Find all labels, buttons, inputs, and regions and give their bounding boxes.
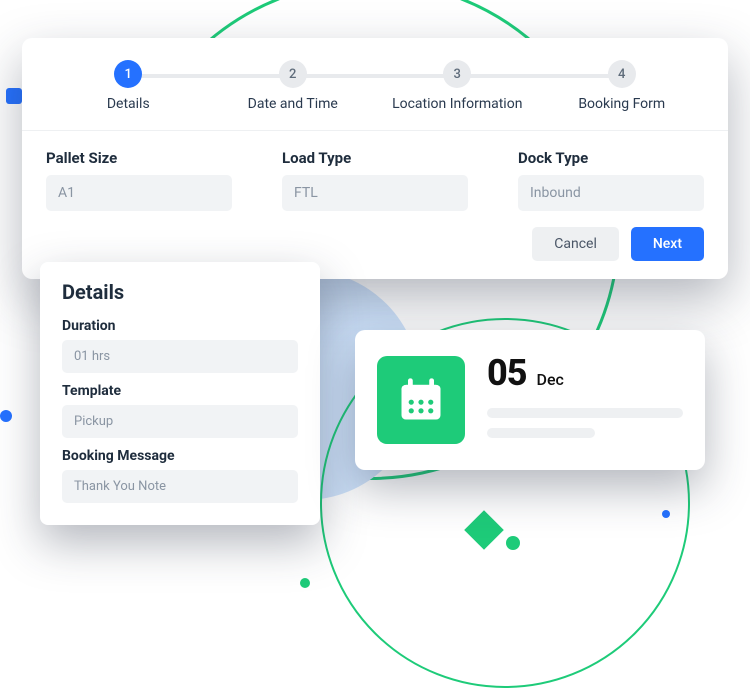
field-label: Duration [62,318,298,334]
details-title: Details [62,280,298,304]
step-number: 3 [443,60,471,88]
cancel-button[interactable]: Cancel [532,227,619,261]
decorative-dot [6,88,22,104]
step-number: 1 [114,60,142,88]
wizard-actions: Cancel Next [46,227,704,261]
pallet-size-input[interactable] [46,175,232,211]
step-number: 2 [279,60,307,88]
load-type-input[interactable] [282,175,468,211]
duration-input[interactable] [62,340,298,373]
step-booking-form[interactable]: 4 Booking Form [540,60,705,112]
decorative-dot [662,510,670,518]
date-card: 05 Dec [355,330,705,470]
template-input[interactable] [62,405,298,438]
step-location-information[interactable]: 3 Location Information [375,60,540,112]
divider [22,130,728,131]
step-label: Booking Form [578,96,665,112]
decorative-dot [0,410,12,422]
field-label: Pallet Size [46,149,232,167]
step-details[interactable]: 1 Details [46,60,211,112]
dock-type-input[interactable] [518,175,704,211]
wizard-card: 1 Details 2 Date and Time 3 Location Inf… [22,38,728,279]
details-card: Details Duration Template Booking Messag… [40,262,320,525]
stepper: 1 Details 2 Date and Time 3 Location Inf… [46,60,704,112]
step-label: Details [107,96,150,112]
field-label: Booking Message [62,448,298,464]
step-label: Location Information [392,96,522,112]
step-connector [457,74,622,78]
calendar-icon [377,356,465,444]
date-month: Dec [537,370,564,389]
step-connector [128,74,293,78]
decorative-dot [300,578,310,588]
date-display: 05 Dec [487,352,683,394]
step-date-and-time[interactable]: 2 Date and Time [211,60,376,112]
field-load-type: Load Type [282,149,468,211]
step-number: 4 [608,60,636,88]
wizard-fields-row: Pallet Size Load Type Dock Type [46,149,704,211]
step-connector [293,74,458,78]
next-button[interactable]: Next [631,227,704,261]
field-pallet-size: Pallet Size [46,149,232,211]
date-content: 05 Dec [487,352,683,448]
step-label: Date and Time [248,96,338,112]
field-label: Dock Type [518,149,704,167]
field-dock-type: Dock Type [518,149,704,211]
skeleton-line [487,428,595,438]
field-label: Template [62,383,298,399]
booking-message-input[interactable] [62,470,298,503]
skeleton-line [487,408,683,418]
field-label: Load Type [282,149,468,167]
decorative-dot [506,536,520,550]
date-day: 05 [487,352,527,394]
